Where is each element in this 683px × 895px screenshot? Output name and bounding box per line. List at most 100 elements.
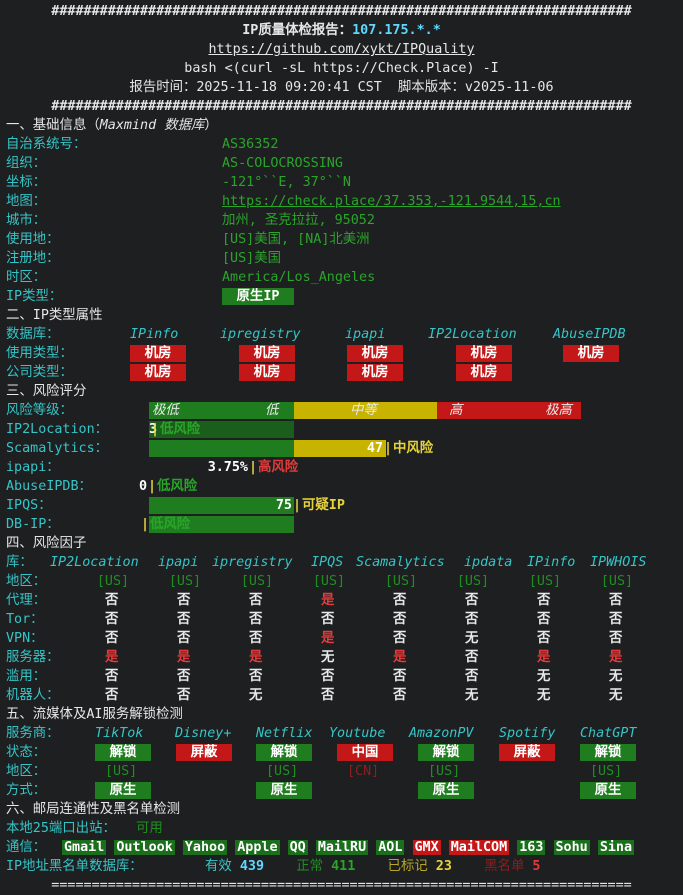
risk-score: 75: [275, 498, 292, 513]
service-method-label: 方式：: [6, 783, 47, 798]
risk-factor-label: Tor：: [6, 612, 44, 627]
repo-link[interactable]: https://github.com/xykt/IPQuality: [0, 40, 683, 59]
risk-factor-db-name: ipregistry: [212, 555, 293, 570]
risk-divider: |: [148, 479, 157, 494]
risk-factor-label: 滥用：: [6, 669, 47, 684]
section1-title-b: ）: [204, 118, 218, 133]
risk-factor-value: 无: [465, 631, 479, 646]
risk-factor-db-name: ipdata: [464, 555, 513, 570]
risk-factor-value: 否: [249, 593, 263, 608]
ip-type-label: IP类型：: [6, 289, 63, 304]
risk-divider: |: [249, 460, 258, 475]
risk-factor-value: 否: [609, 593, 623, 608]
mail-provider-badge: Sina: [597, 840, 635, 855]
risk-text: 低风险: [160, 422, 201, 437]
risk-factor-region: [US]: [240, 574, 274, 589]
risk-factor-value: 否: [321, 688, 335, 703]
blacklist-normal-value: 411: [331, 859, 356, 874]
risk-score: 47: [366, 441, 383, 456]
risk-factor-value: 否: [393, 669, 407, 684]
report-title: IP质量体检报告：107.175.*.*: [0, 21, 683, 40]
mail-separator: [308, 840, 316, 855]
mail-provider-badge: QQ: [287, 840, 308, 855]
risk-factor-value: 否: [177, 669, 191, 684]
mail-provider-badge: GMX: [412, 840, 441, 855]
mail-provider-badge: MailCOM: [448, 840, 510, 855]
risk-source-label: Scamalytics：: [6, 441, 109, 456]
basic-info-value: [US]美国, [NA]北美洲: [222, 232, 370, 247]
map-link[interactable]: https://check.place/37.353,-121.9544,15,…: [222, 192, 561, 211]
risk-scale-label: 低: [265, 403, 279, 418]
mail-separator: [545, 840, 553, 855]
risk-factor-value: 否: [249, 612, 263, 627]
risk-factor-value: 是: [537, 650, 551, 665]
risk-factor-value: 是: [321, 593, 335, 608]
service-status-badge: 解锁: [580, 744, 636, 761]
risk-bar: [149, 440, 294, 457]
service-method-badge: 原生: [418, 782, 474, 799]
mail-label: 通信：: [6, 840, 47, 855]
risk-score: 3.75%: [207, 460, 248, 475]
service-method-badge: 原生: [95, 782, 151, 799]
service-name: Netflix: [256, 726, 313, 741]
risk-factor-value: 否: [249, 631, 263, 646]
section1-title-a: 一、基础信息（: [6, 118, 100, 133]
blacklist-black-label: 黑名单: [484, 859, 525, 874]
section5-title: 五、流媒体及AI服务解锁检测: [6, 707, 183, 722]
risk-text: 低风险: [150, 517, 191, 532]
basic-info-value: -121°``E, 37°``N: [222, 175, 351, 190]
service-name: ChatGPT: [580, 726, 637, 741]
usage-type-label: 使用类型：: [6, 346, 73, 361]
ip-type-db-name: IPinfo: [130, 327, 179, 342]
section6-title: 六、邮局连通性及黑名单检测: [6, 802, 181, 817]
risk-factor-value: 否: [609, 612, 623, 627]
risk-factor-region: [US]: [312, 574, 346, 589]
blacklist-label: IP地址黑名单数据库：: [6, 859, 143, 874]
usage-type-badge: 机房: [130, 345, 186, 362]
risk-text: 中风险: [393, 441, 434, 456]
risk-factor-value: 否: [105, 593, 119, 608]
risk-factor-db-name: IPQS: [311, 555, 344, 570]
service-region: [CN]: [347, 764, 380, 779]
basic-info-label: 地图：: [6, 194, 47, 209]
risk-factor-value: 否: [321, 612, 335, 627]
ip-type-db-name: ipapi: [345, 327, 386, 342]
basic-info-label: 组织：: [6, 156, 47, 171]
service-region: [US]: [590, 764, 623, 779]
risk-factor-value: 否: [393, 688, 407, 703]
risk-divider: |: [151, 422, 160, 437]
section2-title: 二、IP类型属性: [6, 308, 103, 323]
risk-factor-value: 否: [537, 631, 551, 646]
risk-factor-label: 服务器：: [6, 650, 60, 665]
risk-factor-value: 否: [105, 631, 119, 646]
service-status-badge: 中国: [337, 744, 393, 761]
mail-provider-badge: Yahoo: [182, 840, 228, 855]
service-status-badge: 解锁: [418, 744, 474, 761]
risk-text: 可疑IP: [302, 498, 345, 513]
mail-provider-badge: Sohu: [553, 840, 590, 855]
service-name: AmazonPV: [409, 726, 474, 741]
risk-factor-value: 否: [465, 650, 479, 665]
ip-type-db-label: 数据库：: [6, 327, 60, 342]
mail-separator: [590, 840, 598, 855]
blacklist-valid-value: 439: [239, 859, 265, 874]
risk-factor-value: 否: [177, 688, 191, 703]
service-status-badge: 解锁: [95, 744, 151, 761]
risk-factor-db-name: ipapi: [158, 555, 199, 570]
basic-info-value: AS-COLOCROSSING: [222, 156, 343, 171]
blacklist-normal-label: 正常: [296, 859, 324, 874]
risk-bar: [149, 497, 294, 514]
company-type-label: 公司类型：: [6, 365, 73, 380]
basic-info-value: [US]美国: [222, 251, 282, 266]
mail-provider-list: Gmail Outlook Yahoo Apple QQ MailRU AOL …: [62, 838, 635, 857]
header-border-bottom: ########################################…: [51, 99, 632, 114]
report-title-prefix: IP质量体检报告：: [242, 23, 353, 38]
risk-factor-value: 是: [393, 650, 407, 665]
port25-label: 本地25端口出站：: [6, 821, 116, 836]
service-method-badge: 原生: [256, 782, 312, 799]
risk-factor-region: [US]: [600, 574, 634, 589]
risk-factor-value: 否: [609, 631, 623, 646]
usage-type-badge: 机房: [456, 345, 512, 362]
section1-title-db: Maxmind 数据库: [99, 118, 205, 133]
blacklist-marked-label: 已标记: [387, 859, 428, 874]
